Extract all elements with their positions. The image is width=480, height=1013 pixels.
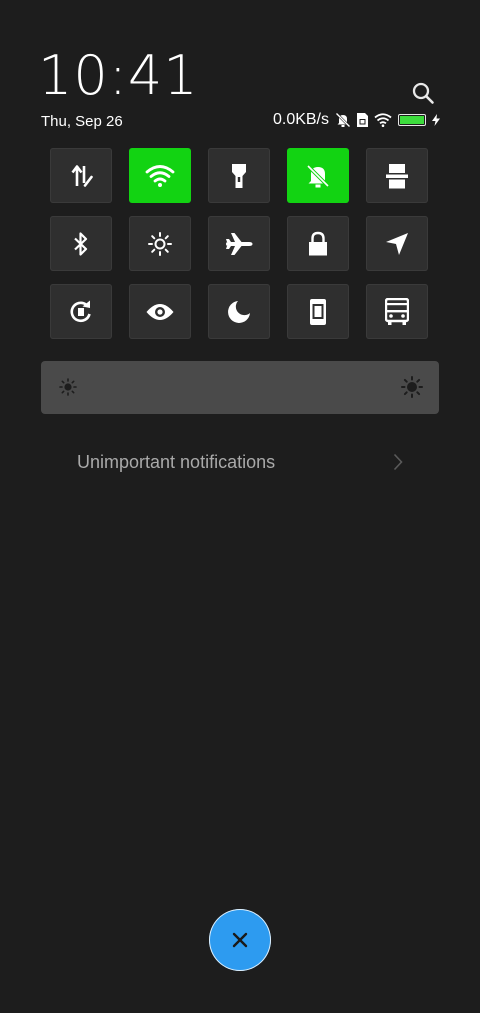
unimportant-notifications-label: Unimportant notifications [77, 451, 276, 472]
chevron-right-icon [393, 453, 403, 471]
date: Thu, Sep 26 [41, 113, 123, 130]
stamp-icon [386, 163, 408, 188]
unimportant-notifications-row[interactable]: Unimportant notifications [77, 450, 403, 474]
sun-small-icon [59, 378, 77, 396]
wifi-icon [374, 113, 392, 127]
mute-icon [335, 112, 351, 128]
status-bar-right: 0.0KB/s [273, 111, 440, 129]
eye-icon [146, 303, 174, 320]
bus-icon [385, 297, 409, 325]
toggle-reading-mode[interactable] [129, 284, 191, 339]
toggle-mobile-data[interactable] [50, 148, 112, 203]
rotate-lock-icon [70, 300, 91, 322]
flashlight-icon [232, 163, 246, 188]
toggle-location[interactable] [366, 216, 428, 271]
toggle-flashlight[interactable] [208, 148, 270, 203]
toggle-mute[interactable] [287, 148, 349, 203]
moon-icon [228, 300, 250, 323]
search-icon [412, 82, 434, 104]
navigation-icon [386, 232, 408, 255]
charging-icon [432, 114, 440, 126]
search-button[interactable] [408, 78, 438, 108]
battery-icon [398, 114, 426, 126]
toggle-lock-screen[interactable] [287, 216, 349, 271]
toggle-transit-card[interactable] [366, 284, 428, 339]
bell-off-icon [306, 164, 330, 187]
toggle-screen-cast[interactable] [287, 284, 349, 339]
airplane-icon [226, 232, 253, 255]
brightness-slider[interactable] [41, 361, 439, 414]
sim-icon [357, 113, 368, 127]
network-speed: 0.0KB/s [272, 111, 329, 128]
sun-icon [148, 231, 172, 256]
clear-all-button[interactable] [209, 909, 271, 971]
notification-shade: 10:41 Thu, Sep 26 0.0KB/s Unimportant no… [0, 0, 480, 1013]
phone-icon [310, 298, 326, 325]
bluetooth-icon [74, 231, 88, 256]
toggle-screenshot[interactable] [366, 148, 428, 203]
lock-icon [309, 231, 327, 255]
toggle-bluetooth[interactable] [50, 216, 112, 271]
data-arrows-icon [71, 164, 93, 187]
toggle-auto-brightness[interactable] [129, 216, 191, 271]
toggle-dark-mode[interactable] [208, 284, 270, 339]
toggle-rotation-lock[interactable] [50, 284, 112, 339]
toggle-wifi[interactable] [129, 148, 191, 203]
close-icon [232, 932, 248, 948]
quick-settings-grid [50, 148, 428, 339]
toggle-airplane-mode[interactable] [208, 216, 270, 271]
wifi-icon [145, 164, 175, 187]
sun-large-icon [401, 376, 423, 398]
clock: 10:41 [38, 44, 199, 107]
